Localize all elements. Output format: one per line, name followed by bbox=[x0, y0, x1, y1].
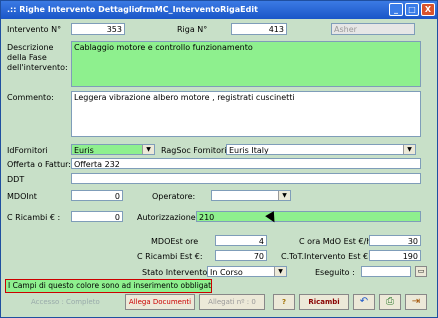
stato-value: In Corso bbox=[210, 268, 243, 277]
cora-field[interactable]: 30 bbox=[369, 235, 421, 246]
calendar-button[interactable]: ▭ bbox=[415, 266, 427, 277]
chevron-down-icon[interactable]: ▼ bbox=[278, 191, 290, 200]
commento-label: Commento: bbox=[7, 93, 54, 102]
mdoest-label: MDOEst ore bbox=[151, 237, 199, 246]
autorizzazione-label: Autorizzazione: bbox=[137, 213, 199, 222]
descrizione-field[interactable]: Cablaggio motore e controllo funzionamen… bbox=[71, 41, 421, 87]
cricambi-field[interactable]: 70 bbox=[215, 250, 267, 261]
stato-label: Stato Intervento: bbox=[142, 268, 210, 277]
form-name: frmMC_InterventoRigaEdit bbox=[139, 5, 258, 14]
undo-button[interactable]: ↶ bbox=[353, 294, 375, 310]
chevron-down-icon[interactable]: ▼ bbox=[142, 145, 154, 154]
riga-field[interactable]: 413 bbox=[231, 23, 287, 35]
window-title: .:: Righe Intervento Dettaglio ::.. bbox=[7, 5, 156, 14]
mdoest-field[interactable]: 4 bbox=[215, 235, 267, 246]
ricambi-field[interactable]: 0 bbox=[71, 211, 123, 222]
title-bar[interactable]: .:: Righe Intervento Dettaglio ::.. frmM… bbox=[1, 1, 437, 19]
eseguito-field[interactable] bbox=[361, 266, 411, 277]
eseguito-label: Eseguito : bbox=[315, 268, 355, 277]
ricambi-button[interactable]: Ricambi bbox=[299, 294, 349, 310]
descrizione-label: Descrizione della Fase dell'intervento: bbox=[7, 43, 68, 72]
autorizzazione-field[interactable]: 210 bbox=[196, 211, 421, 222]
allegati-count-button[interactable]: Allegati nº : 0 bbox=[199, 294, 265, 310]
exit-button[interactable]: ⇥ bbox=[405, 294, 427, 310]
idfornitori-label: IdFornitori bbox=[7, 146, 48, 155]
ricambi-label: C Ricambi € : bbox=[7, 213, 61, 222]
ragsoc-select[interactable]: Euris Italy ▼ bbox=[226, 144, 416, 155]
required-fields-notice: I Campi di questo colore sono ad inserim… bbox=[5, 279, 212, 293]
close-button[interactable]: X bbox=[421, 3, 435, 16]
app-window: .:: Righe Intervento Dettaglio ::.. frmM… bbox=[0, 0, 438, 318]
ragsoc-value: Euris Italy bbox=[229, 146, 269, 155]
access-level-text: Accesso : Completo bbox=[31, 298, 100, 306]
cricambi-label: C Ricambi Est €: bbox=[137, 252, 203, 261]
save-icon: ⎙ bbox=[386, 296, 394, 307]
minimize-button[interactable]: _ bbox=[389, 3, 403, 16]
undo-icon: ↶ bbox=[359, 296, 369, 307]
mdoint-field[interactable]: 0 bbox=[71, 190, 123, 201]
cora-label: C ora MdO Est €/h: bbox=[299, 237, 375, 246]
ctot-field[interactable]: 190 bbox=[369, 250, 421, 261]
chevron-down-icon[interactable]: ▼ bbox=[274, 267, 286, 276]
mdoint-label: MDOInt bbox=[7, 192, 37, 201]
offerta-field[interactable]: Offerta 232 bbox=[71, 158, 421, 169]
ddt-label: DDT bbox=[7, 175, 25, 184]
intervento-label: Intervento N° bbox=[7, 25, 62, 34]
user-field: Asher bbox=[331, 23, 415, 35]
operatore-select[interactable]: ▼ bbox=[211, 190, 291, 201]
offerta-label: Offerta o Fattur: bbox=[7, 160, 71, 169]
exit-icon: ⇥ bbox=[411, 296, 421, 307]
ddt-field[interactable] bbox=[71, 173, 421, 184]
idfornitori-value: Euris bbox=[74, 146, 94, 155]
help-button[interactable]: ? bbox=[273, 294, 295, 310]
commento-field[interactable]: Leggera vibrazione albero motore , regis… bbox=[71, 91, 421, 137]
ctot-label: C.ToT.Intervento Est €: bbox=[281, 252, 371, 261]
intervento-field[interactable]: 353 bbox=[71, 23, 125, 35]
riga-label: Riga N° bbox=[177, 25, 208, 34]
maximize-button[interactable]: □ bbox=[405, 3, 419, 16]
idfornitori-select[interactable]: Euris ▼ bbox=[71, 144, 155, 155]
save-button[interactable]: ⎙ bbox=[379, 294, 401, 310]
operatore-label: Operatore: bbox=[152, 192, 196, 201]
allega-documenti-button[interactable]: Allega Documenti bbox=[125, 294, 195, 310]
ragsoc-label: RagSoc Fornitori bbox=[161, 146, 227, 155]
stato-select[interactable]: In Corso ▼ bbox=[207, 266, 287, 277]
chevron-down-icon[interactable]: ▼ bbox=[403, 145, 415, 154]
